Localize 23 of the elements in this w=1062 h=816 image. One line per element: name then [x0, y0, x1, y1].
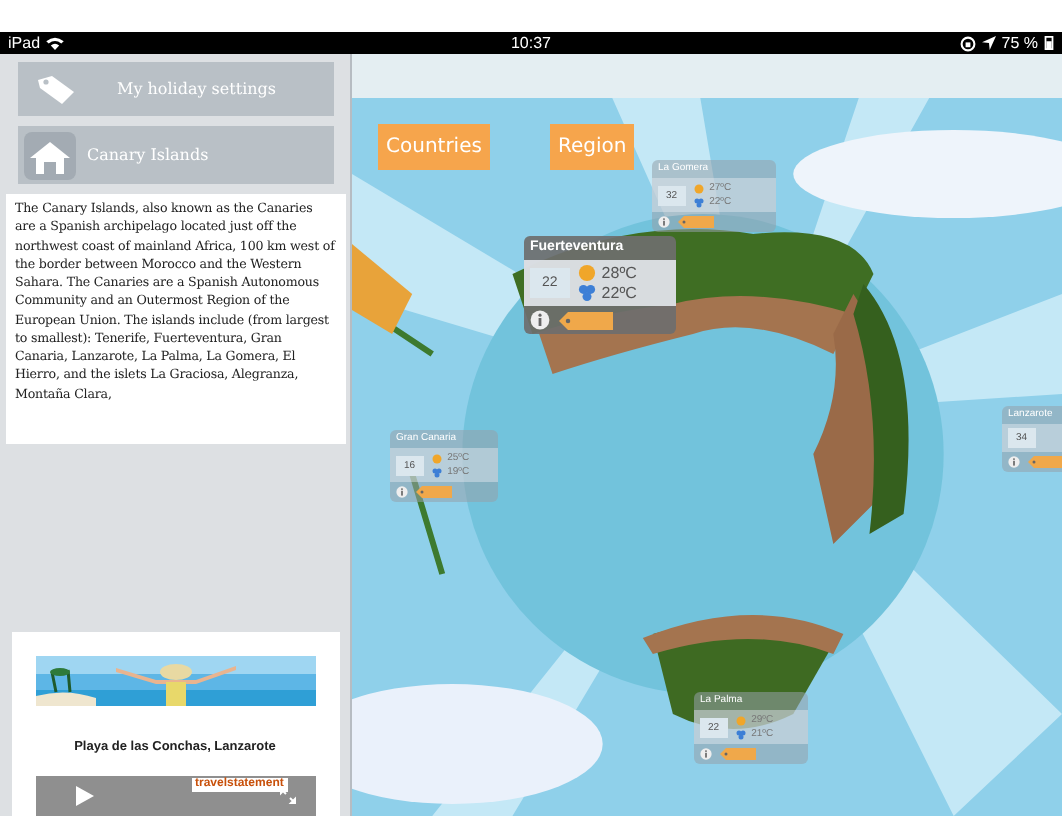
sun-icon [431, 453, 442, 463]
high-temperature: 28ºC [601, 264, 637, 282]
info-icon[interactable] [1008, 456, 1020, 468]
tag-icon [33, 73, 77, 105]
play-icon[interactable] [75, 786, 93, 806]
fullscreen-icon[interactable] [279, 788, 295, 804]
battery-icon [1044, 36, 1054, 50]
clock: 10:37 [508, 33, 554, 53]
sun-icon [693, 183, 704, 193]
battery-percentage: 75 % [1001, 33, 1038, 53]
rotation-lock-icon [959, 35, 976, 51]
wifi-icon [46, 36, 65, 50]
low-temperature: 22ºC [601, 284, 637, 302]
sun-icon [735, 715, 746, 725]
sun-icon [577, 264, 596, 282]
info-icon[interactable] [658, 216, 670, 228]
location-arrow-icon [981, 36, 996, 50]
house-icon [23, 131, 75, 179]
info-icon[interactable] [396, 486, 408, 498]
info-icon[interactable] [700, 748, 712, 760]
info-icon[interactable] [530, 310, 550, 330]
price-tag-icon[interactable] [558, 311, 614, 329]
device-name: iPad [8, 33, 41, 53]
